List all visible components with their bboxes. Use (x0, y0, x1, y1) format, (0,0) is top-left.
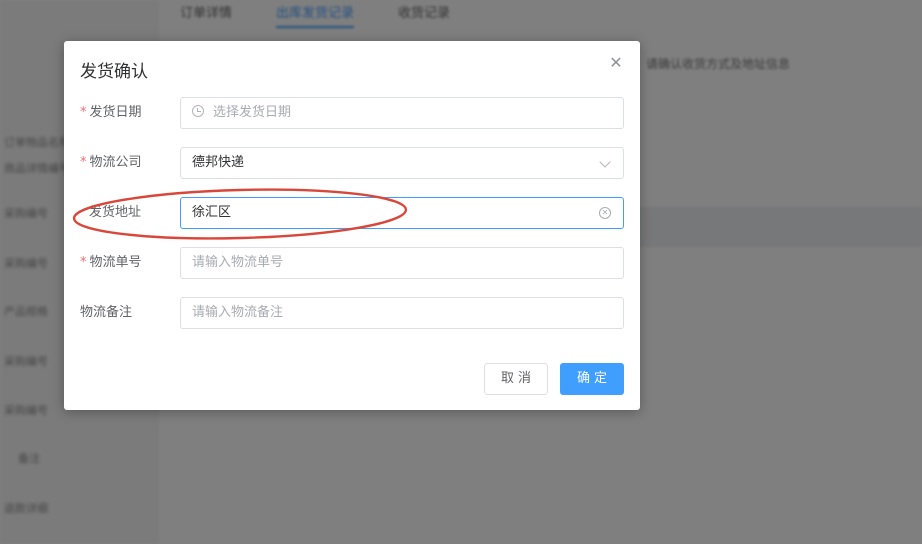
form-row-ship-date: * 发货日期 选择发货日期 (80, 97, 624, 129)
ship-date-label: * 发货日期 (80, 97, 142, 129)
ship-date-picker[interactable]: 选择发货日期 (180, 97, 624, 129)
logistics-company-value: 德邦快递 (192, 155, 245, 170)
ship-address-label: 发货地址 (89, 205, 142, 220)
clock-icon (192, 105, 204, 117)
required-mark: * (80, 155, 87, 170)
logistics-note-input[interactable]: 请输入物流备注 (180, 297, 624, 329)
clear-icon[interactable]: ✕ (599, 207, 611, 219)
form-row-tracking-no: * 物流单号 请输入物流单号 (80, 247, 624, 279)
tracking-no-label: * 物流单号 (80, 247, 142, 279)
logistics-note-placeholder: 请输入物流备注 (192, 305, 284, 320)
required-mark: * (80, 105, 87, 120)
chevron-down-icon (599, 156, 611, 168)
logistics-company-select[interactable]: 德邦快递 (180, 147, 624, 179)
ship-address-input[interactable]: 徐汇区 ✕ (180, 197, 624, 229)
cancel-button[interactable]: 取消 (484, 363, 548, 395)
page: 订单物品名称 商品详情编号 采购编号 采购编号 产品规格 采购编号 采购编号 备… (0, 0, 922, 544)
tracking-no-label-text: 物流单号 (89, 255, 142, 270)
ship-date-placeholder: 选择发货日期 (213, 105, 292, 120)
tracking-no-placeholder: 请输入物流单号 (192, 255, 284, 270)
logistics-note-label: 物流备注 (80, 305, 133, 320)
dialog-title: 发货确认 (80, 62, 148, 82)
ship-address-value: 徐汇区 (192, 205, 232, 220)
logistics-company-label-text: 物流公司 (89, 155, 142, 170)
close-icon[interactable]: ✕ (608, 55, 624, 71)
form-row-logistics-note: 物流备注 请输入物流备注 (80, 297, 624, 329)
form-row-ship-address: 发货地址 徐汇区 ✕ (80, 197, 624, 229)
required-mark: * (80, 255, 87, 270)
tracking-no-input[interactable]: 请输入物流单号 (180, 247, 624, 279)
confirm-button[interactable]: 确定 (560, 363, 624, 395)
form-row-logistics-company: * 物流公司 德邦快递 (80, 147, 624, 179)
logistics-company-label: * 物流公司 (80, 147, 142, 179)
ship-date-label-text: 发货日期 (89, 105, 142, 120)
ship-confirm-dialog: 发货确认 ✕ * 发货日期 选择发货日期 * 物流公司 德邦快递 发货地址 徐汇… (64, 41, 640, 410)
